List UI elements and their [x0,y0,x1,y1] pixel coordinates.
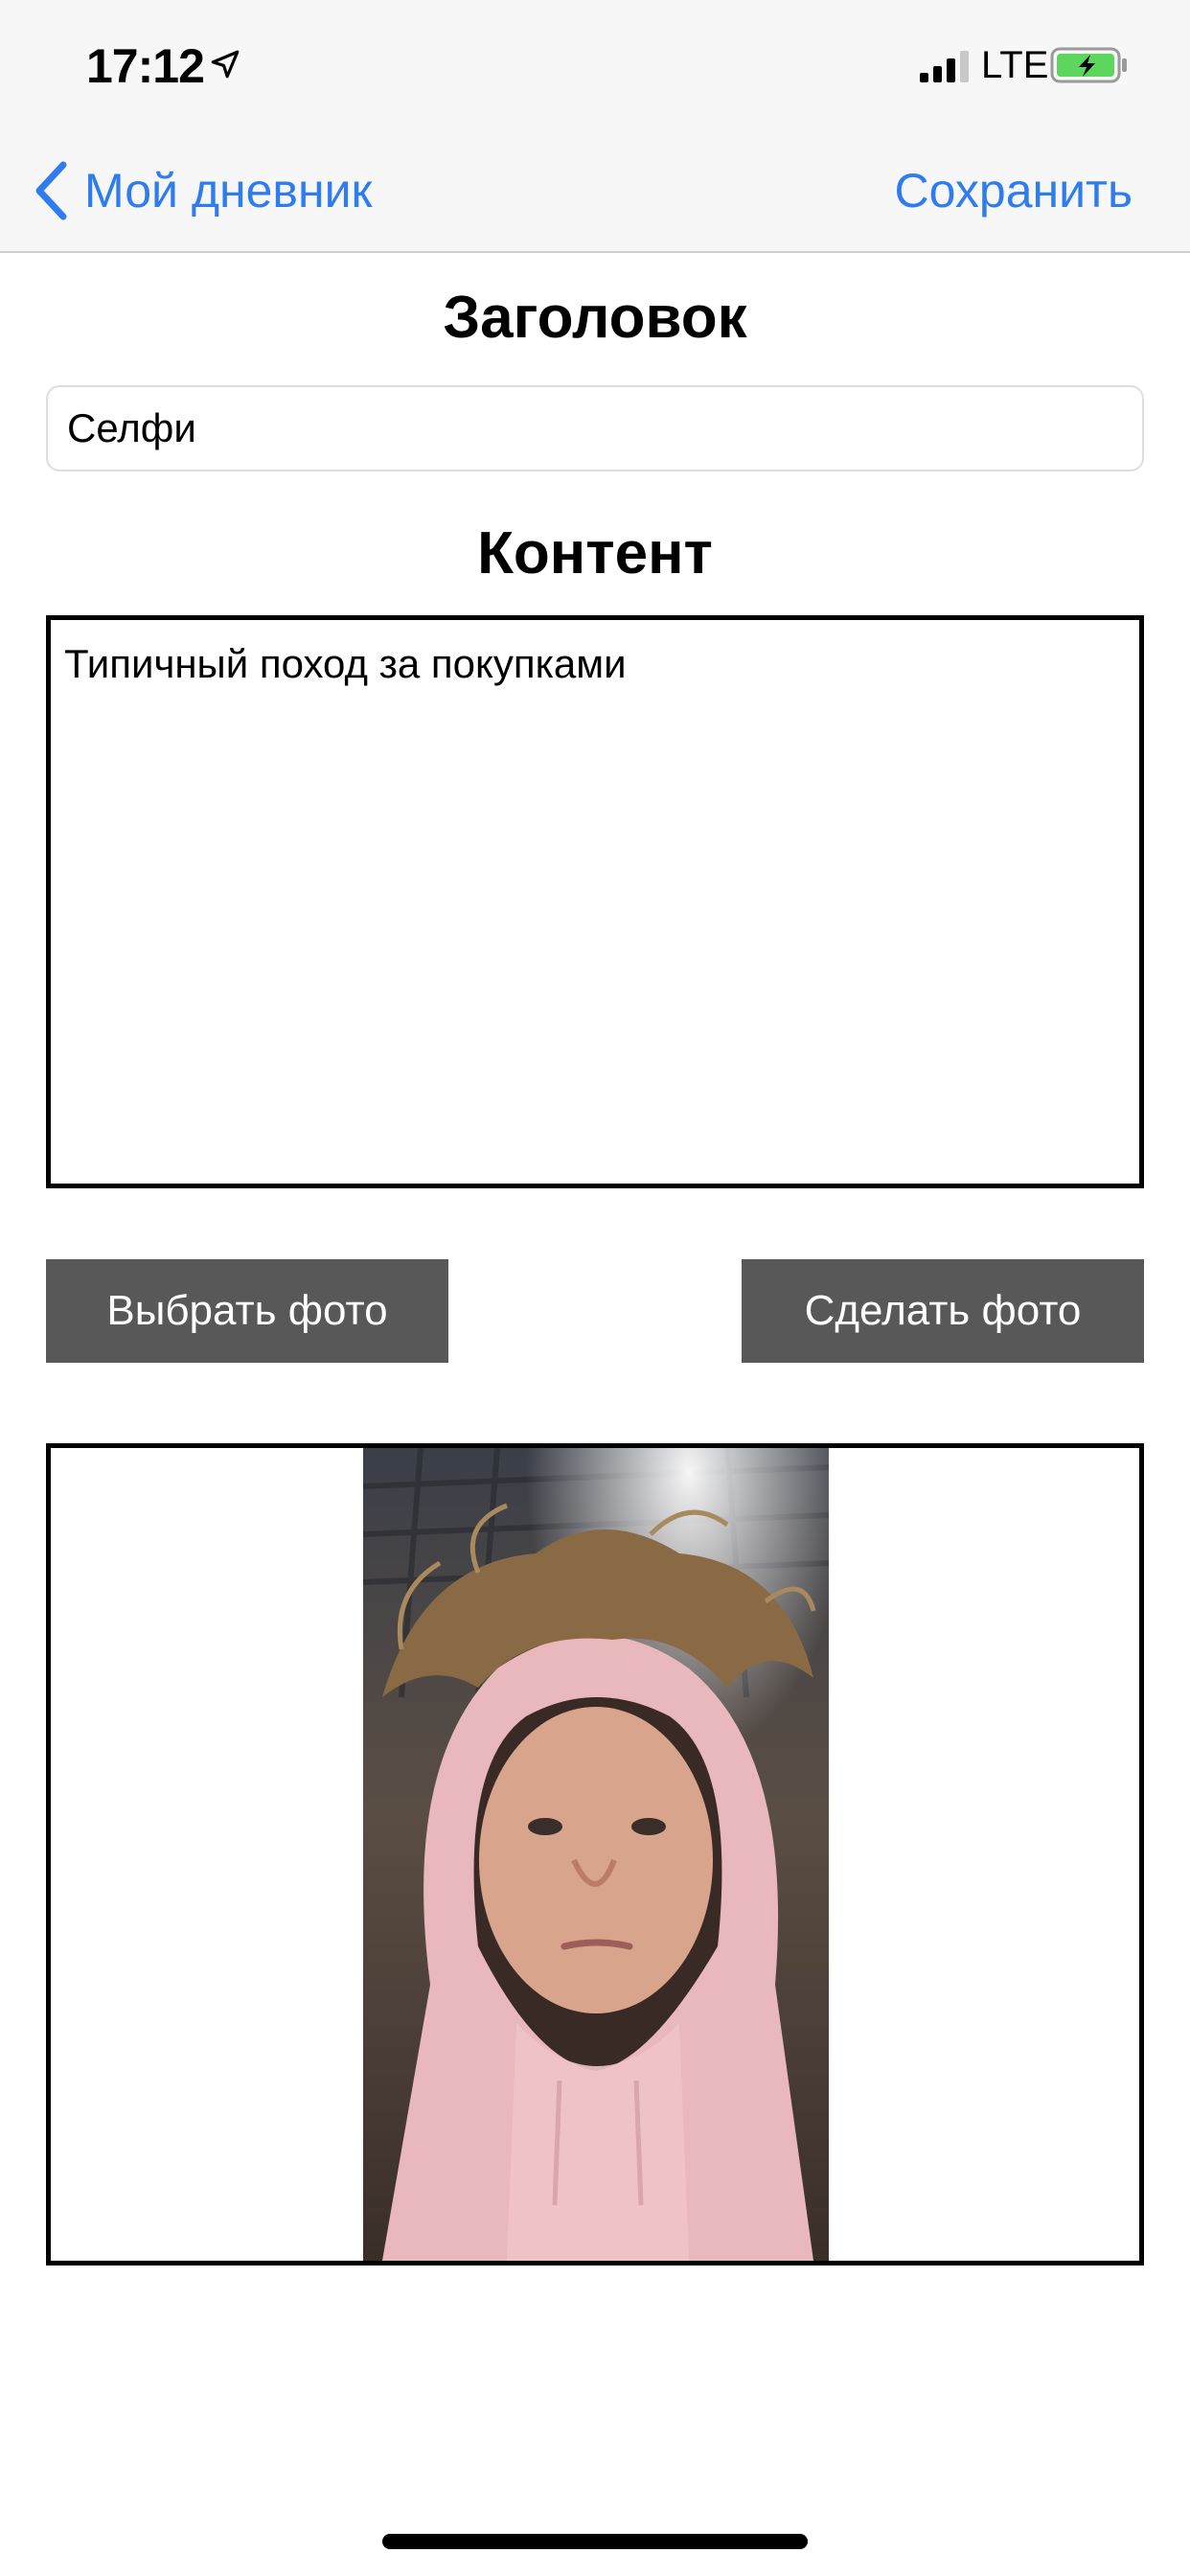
pick-photo-button[interactable]: Выбрать фото [46,1259,448,1363]
back-button-label: Мой дневник [84,164,373,218]
back-button[interactable]: Мой дневник [31,157,372,224]
nav-bar: Мой дневник Сохранить [0,144,1190,240]
selfie-photo [363,1448,829,2261]
save-button[interactable]: Сохранить [895,157,1133,224]
take-photo-button[interactable]: Сделать фото [742,1259,1144,1363]
title-input[interactable] [46,385,1144,472]
location-arrow-icon [211,50,240,79]
signal-bars-icon [920,50,972,82]
status-time: 17:12 [86,39,205,93]
title-heading: Заголовок [443,285,747,351]
content-heading: Контент [477,520,713,586]
photo-preview [46,1443,1144,2266]
content-textarea[interactable]: Типичный поход за покупками [46,615,1144,1188]
battery-charging-icon [1050,47,1127,83]
chevron-left-icon [35,161,67,220]
network-type: LTE [981,44,1049,86]
home-indicator[interactable] [382,2534,808,2549]
navigation-header: 17:12 LTE Мой дневник Сохранить [0,0,1190,253]
status-bar: 17:12 LTE [0,0,1190,126]
